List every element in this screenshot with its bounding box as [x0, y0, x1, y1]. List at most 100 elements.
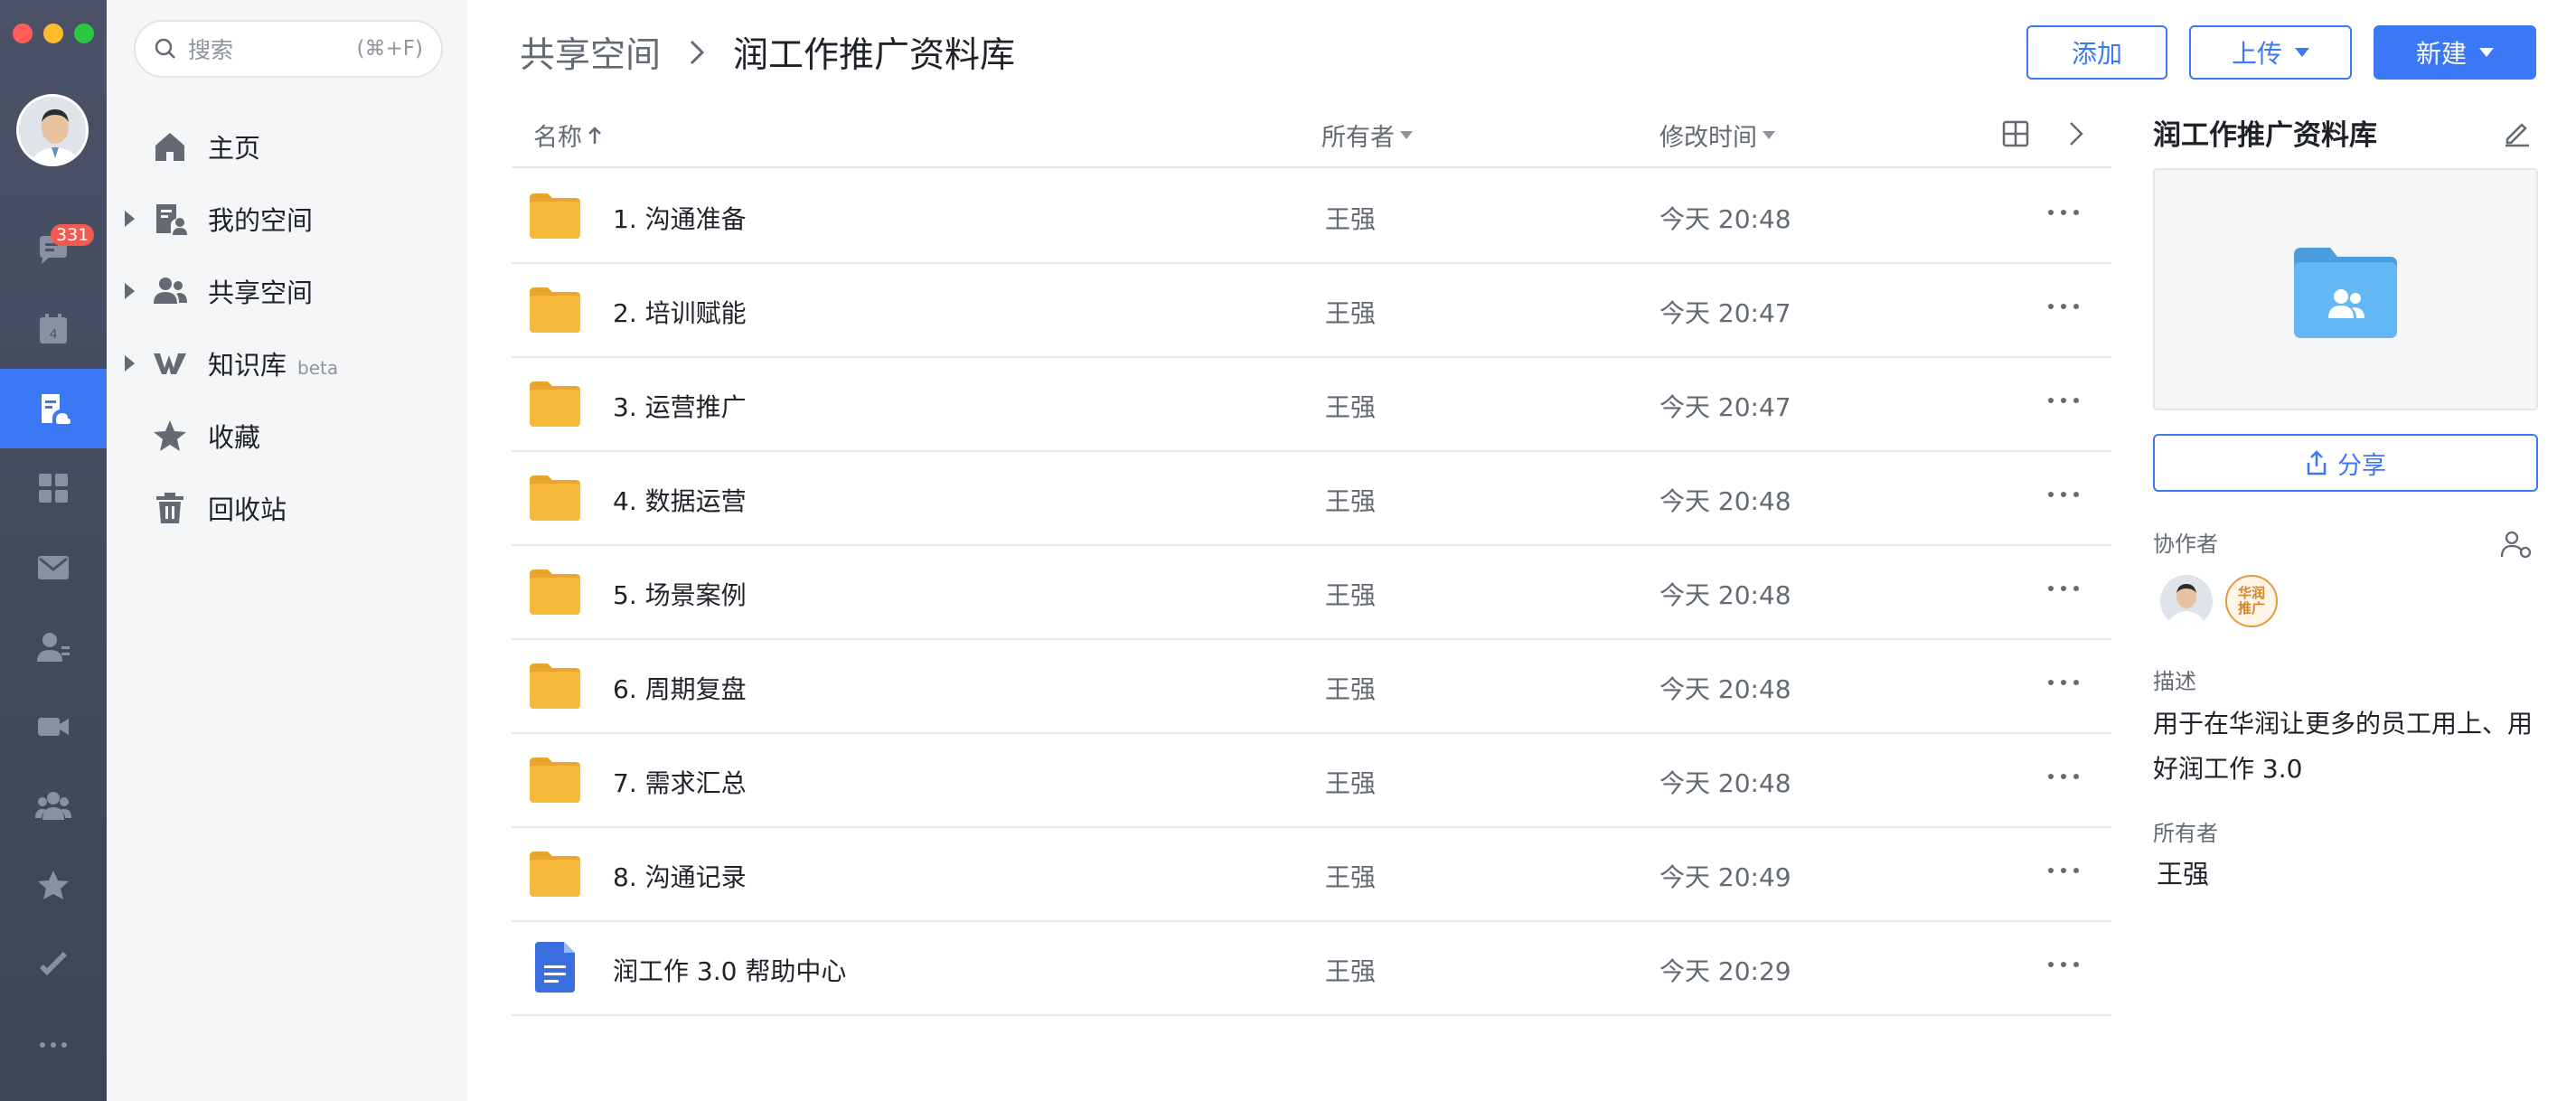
- row-more-icon[interactable]: [2048, 304, 2079, 309]
- manage-collaborators-icon[interactable]: [2500, 530, 2533, 559]
- file-owner: 王强: [1325, 862, 1377, 892]
- file-name[interactable]: 5. 场景案例: [613, 576, 747, 612]
- table-row[interactable]: 2. 培训赋能 王强 今天 20:47: [512, 264, 2111, 358]
- expand-arrow-icon[interactable]: [125, 355, 135, 372]
- collapse-panel-chevron-icon[interactable]: [2061, 119, 2090, 148]
- search-input[interactable]: 搜索: [188, 33, 357, 65]
- maximize-window-button[interactable]: [74, 24, 94, 43]
- rail-favorite[interactable]: [0, 846, 107, 926]
- nav-item-my-space[interactable]: 我的空间: [107, 186, 468, 251]
- my-space-icon: [156, 204, 187, 235]
- breadcrumb-parent[interactable]: 共享空间: [520, 27, 661, 78]
- row-more-icon[interactable]: [2048, 774, 2079, 779]
- file-name[interactable]: 6. 周期复盘: [613, 670, 747, 706]
- table-row[interactable]: 7. 需求汇总 王强 今天 20:48: [512, 734, 2111, 828]
- table-row[interactable]: 3. 运营推广 王强 今天 20:47: [512, 358, 2111, 452]
- column-name-header[interactable]: 名称: [533, 118, 604, 153]
- row-more-icon[interactable]: [2048, 680, 2079, 685]
- collaborator-group-badge[interactable]: 华润推广: [2225, 575, 2278, 627]
- row-more-icon[interactable]: [2048, 868, 2079, 873]
- collaborator-avatar[interactable]: [2160, 575, 2213, 627]
- file-name[interactable]: 3. 运营推广: [613, 388, 747, 424]
- folder-icon: [530, 475, 580, 521]
- nav-item-wiki[interactable]: 知识库 beta: [107, 331, 468, 396]
- rail-tasks[interactable]: [0, 926, 107, 1005]
- rail-contacts[interactable]: [0, 607, 107, 687]
- row-more-icon[interactable]: [2048, 210, 2079, 215]
- add-button-label: 添加: [2071, 39, 2122, 69]
- share-icon: [2307, 450, 2327, 475]
- nav-item-trash[interactable]: 回收站: [107, 475, 468, 541]
- rail-mail[interactable]: [0, 528, 107, 607]
- shared-space-icon: [154, 278, 187, 304]
- table-row[interactable]: 4. 数据运营 王强 今天 20:48: [512, 452, 2111, 546]
- page-title: 润工作推广资料库: [733, 35, 1016, 76]
- search-box[interactable]: 搜索 (⌘+F): [134, 20, 443, 78]
- row-more-icon[interactable]: [2048, 492, 2079, 497]
- expand-arrow-icon[interactable]: [125, 283, 135, 299]
- close-window-button[interactable]: [13, 24, 33, 43]
- rail-chat[interactable]: 331: [0, 210, 107, 289]
- grid-view-icon[interactable]: [2001, 119, 2030, 148]
- edit-icon[interactable]: [2502, 118, 2533, 148]
- nav-item-label: 知识库: [208, 350, 287, 381]
- rail-workspace[interactable]: [0, 448, 107, 528]
- file-name[interactable]: 1. 沟通准备: [613, 200, 747, 236]
- rail-more[interactable]: [0, 1005, 107, 1085]
- rail-video[interactable]: [0, 687, 107, 767]
- window-controls: [13, 24, 94, 45]
- nav-item-label: 收藏: [208, 422, 261, 453]
- owner-label: 所有者: [2153, 821, 2218, 846]
- file-name[interactable]: 2. 培训赋能: [613, 294, 747, 330]
- document-icon: [535, 942, 575, 993]
- file-name[interactable]: 8. 沟通记录: [613, 858, 747, 894]
- sort-down-icon: [1400, 131, 1413, 139]
- file-modified-time: 今天 20:48: [1659, 768, 1791, 798]
- calendar-day: 4: [50, 326, 57, 342]
- file-owner: 王强: [1325, 674, 1377, 704]
- row-more-icon[interactable]: [2048, 398, 2079, 403]
- share-button[interactable]: 分享: [2153, 434, 2538, 492]
- add-button[interactable]: 添加: [2026, 25, 2167, 80]
- nav-item-shared-space[interactable]: 共享空间: [107, 259, 468, 324]
- file-modified-time: 今天 20:48: [1659, 486, 1791, 516]
- file-owner: 王强: [1325, 392, 1377, 422]
- description-text: 用于在华润让更多的员工用上、用好润工作 3.0: [2153, 709, 2534, 784]
- column-modified-header[interactable]: 修改时间: [1659, 118, 1775, 153]
- expand-arrow-icon[interactable]: [125, 211, 135, 227]
- table-row[interactable]: 1. 沟通准备 王强 今天 20:48: [512, 170, 2111, 264]
- nav-item-label: 主页: [208, 133, 261, 164]
- file-owner: 王强: [1325, 486, 1377, 516]
- shared-folder-icon: [2294, 248, 2397, 338]
- table-header: 名称 所有者 修改时间: [512, 99, 2111, 168]
- file-name[interactable]: 4. 数据运营: [613, 482, 747, 518]
- user-avatar[interactable]: [16, 94, 89, 166]
- file-name[interactable]: 润工作 3.0 帮助中心: [613, 952, 846, 988]
- row-more-icon[interactable]: [2048, 586, 2079, 591]
- column-owner-header[interactable]: 所有者: [1321, 118, 1413, 153]
- column-modified-label: 修改时间: [1659, 124, 1757, 152]
- nav-item-home[interactable]: 主页: [107, 114, 468, 179]
- table-row[interactable]: 8. 沟通记录 王强 今天 20:49: [512, 828, 2111, 922]
- table-row[interactable]: 6. 周期复盘 王强 今天 20:48: [512, 640, 2111, 734]
- nav-item-favorites[interactable]: 收藏: [107, 403, 468, 468]
- table-row[interactable]: 润工作 3.0 帮助中心 王强 今天 20:29: [512, 922, 2111, 1016]
- column-name-label: 名称: [533, 124, 582, 152]
- wiki-icon: [154, 353, 186, 374]
- rail-calendar[interactable]: 4: [0, 289, 107, 369]
- rail-team[interactable]: [0, 767, 107, 846]
- folder-icon: [530, 287, 580, 333]
- upload-button[interactable]: 上传: [2189, 25, 2352, 80]
- rail-docs[interactable]: [0, 369, 107, 448]
- file-name[interactable]: 7. 需求汇总: [613, 764, 747, 800]
- row-more-icon[interactable]: [2048, 962, 2079, 967]
- column-owner-label: 所有者: [1321, 124, 1395, 152]
- table-row[interactable]: 5. 场景案例 王强 今天 20:48: [512, 546, 2111, 640]
- beta-tag: beta: [297, 357, 339, 379]
- caret-down-icon: [2295, 48, 2309, 57]
- new-button[interactable]: 新建: [2374, 25, 2536, 80]
- sort-down-icon: [1763, 131, 1775, 139]
- file-modified-time: 今天 20:47: [1659, 298, 1791, 328]
- file-owner: 王强: [1325, 204, 1377, 234]
- minimize-window-button[interactable]: [43, 24, 63, 43]
